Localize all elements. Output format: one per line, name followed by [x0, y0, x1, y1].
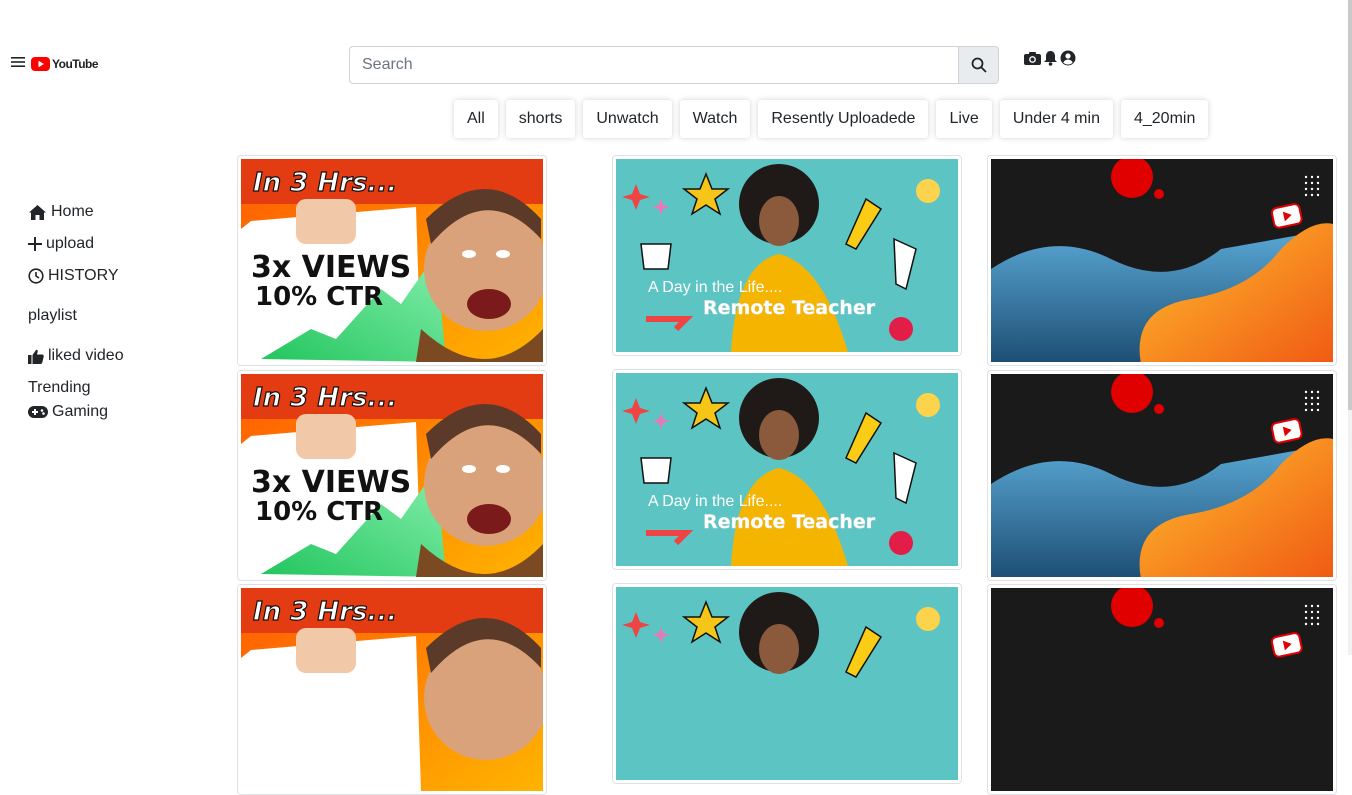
gamepad-icon	[28, 406, 48, 418]
youtube-play-icon	[1270, 418, 1303, 444]
camera-icon[interactable]	[1024, 51, 1041, 66]
thumbnail-headline: In 3 Hrs...	[253, 383, 397, 413]
home-icon	[29, 204, 46, 220]
video-card[interactable]: In 3 Hrs...	[237, 584, 547, 795]
chip-watch[interactable]: Watch	[679, 100, 751, 138]
search-icon	[971, 57, 987, 73]
video-thumbnail	[991, 588, 1333, 791]
account-icon[interactable]	[1060, 50, 1076, 66]
thumbnail-line2: 10% CTR	[255, 282, 383, 312]
video-card[interactable]: In 3 Hrs... 3x VIEWS 10% CTR	[237, 370, 547, 581]
chip-4-20-min[interactable]: 4_20min	[1120, 100, 1209, 138]
thumbs-up-icon	[28, 349, 44, 364]
video-thumbnail	[991, 159, 1333, 362]
video-card[interactable]	[987, 370, 1337, 581]
plus-icon	[28, 237, 42, 251]
youtube-logo[interactable]: YouTube	[31, 57, 99, 71]
thumbnail-headline: In 3 Hrs...	[253, 168, 397, 198]
video-thumbnail: In 3 Hrs... 3x VIEWS 10% CTR	[241, 374, 543, 577]
sidebar-item-liked[interactable]: liked video	[28, 347, 124, 365]
video-thumbnail: In 3 Hrs... 3x VIEWS 10% CTR	[241, 159, 543, 362]
sidebar-label-trending: Trending	[28, 379, 91, 396]
thumbnail-headline: In 3 Hrs...	[253, 597, 397, 627]
chip-shorts[interactable]: shorts	[505, 100, 576, 138]
youtube-play-icon	[1270, 203, 1303, 229]
header-actions	[1024, 50, 1076, 66]
video-card[interactable]: A Day in the Life.... Remote Teacher	[612, 155, 962, 356]
logo-text: YouTube	[52, 57, 99, 71]
youtube-play-icon	[1270, 632, 1303, 658]
video-card[interactable]: A Day in the Life.... Remote Teacher	[612, 369, 962, 570]
search-button[interactable]	[958, 46, 999, 84]
sidebar-label-home: Home	[51, 203, 94, 220]
sidebar-item-playlist[interactable]: playlist	[28, 307, 77, 325]
video-thumbnail: In 3 Hrs...	[241, 588, 543, 791]
youtube-play-icon	[31, 57, 50, 71]
thumbnail-line1: 3x VIEWS	[251, 465, 411, 500]
video-thumbnail	[616, 587, 958, 780]
video-card[interactable]	[987, 584, 1337, 795]
sidebar-label-upload: upload	[46, 235, 95, 252]
bell-icon[interactable]	[1043, 50, 1058, 66]
page-scrollbar[interactable]	[1348, 0, 1352, 655]
chip-unwatch[interactable]: Unwatch	[583, 100, 672, 138]
filter-chips: All shorts Unwatch Watch Resently Upload…	[454, 100, 1209, 138]
sidebar-item-trending[interactable]: Trending	[28, 379, 91, 397]
chip-recently-uploaded[interactable]: Resently Uploadede	[758, 100, 929, 138]
thumbnail-line1: A Day in the Life....	[648, 493, 782, 510]
thumbnail-line1: 3x VIEWS	[251, 250, 411, 285]
sidebar-item-history[interactable]: HISTORY	[28, 267, 119, 285]
sidebar-item-gaming[interactable]: Gaming	[28, 403, 108, 421]
chip-under-4-min[interactable]: Under 4 min	[999, 100, 1113, 138]
sidebar-label-liked: liked video	[48, 347, 124, 364]
video-thumbnail	[991, 374, 1333, 577]
scrollbar-thumb[interactable]	[1348, 0, 1352, 410]
sidebar-item-upload[interactable]: upload	[28, 235, 94, 253]
video-thumbnail: A Day in the Life.... Remote Teacher	[616, 159, 958, 352]
thumbnail-line2: Remote Teacher	[703, 297, 876, 319]
sidebar-label-playlist: playlist	[28, 307, 77, 324]
sidebar-label-history: HISTORY	[48, 267, 119, 284]
search-input[interactable]	[349, 46, 959, 84]
hamburger-menu-icon[interactable]	[11, 55, 25, 69]
search-bar	[349, 46, 999, 84]
thumbnail-line2: 10% CTR	[255, 497, 383, 527]
video-card[interactable]: In 3 Hrs... 3x VIEWS 10% CTR	[237, 155, 547, 366]
chip-live[interactable]: Live	[936, 100, 992, 138]
sidebar-item-home[interactable]: Home	[28, 203, 94, 221]
video-thumbnail: A Day in the Life.... Remote Teacher	[616, 373, 958, 566]
video-card[interactable]	[987, 155, 1337, 366]
video-card[interactable]	[612, 583, 962, 784]
thumbnail-line2: Remote Teacher	[703, 511, 876, 533]
chip-all[interactable]: All	[454, 100, 498, 138]
clock-icon	[28, 268, 44, 284]
thumbnail-line1: A Day in the Life....	[648, 279, 782, 296]
sidebar-label-gaming: Gaming	[52, 403, 109, 420]
